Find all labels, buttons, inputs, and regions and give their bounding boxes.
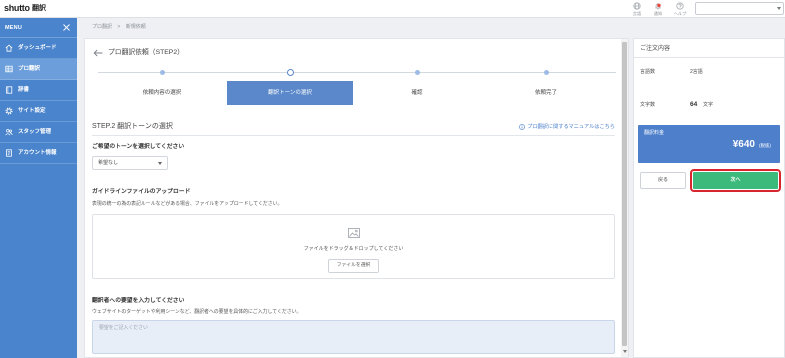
notification-label: 通知: [653, 11, 663, 16]
divider: [92, 135, 615, 136]
info-icon: [519, 123, 526, 130]
sidebar-item-account[interactable]: アカウント情報: [0, 143, 77, 164]
sidebar-item-pro-translation[interactable]: プロ翻訳: [0, 59, 77, 80]
scrollbar[interactable]: [621, 39, 628, 357]
step-dot: [159, 70, 165, 75]
scrollbar-thumb[interactable]: [622, 42, 627, 346]
main-panel: プロ翻訳依頼（STEP2） 依頼内容の選択 翻訳トーンの選択 確認 依頼完了 S…: [84, 38, 629, 358]
sidebar: MENU ダッシュボード プロ翻訳 辞書 サイト設定 スタッフ管理 アカウント情…: [0, 18, 77, 358]
account-select[interactable]: [695, 2, 784, 15]
chevron-down-icon: [777, 7, 781, 10]
help-icon: [676, 2, 684, 10]
breadcrumb-item[interactable]: プロ翻訳: [92, 24, 112, 30]
request-placeholder: 要望をご記入ください: [99, 326, 148, 331]
globe-icon: [633, 2, 641, 10]
menu-label: MENU: [5, 25, 22, 31]
request-heading: 翻訳者への要望を入力してください: [92, 298, 185, 304]
chars-label: 文字数: [640, 102, 656, 108]
help-label: ヘルプ: [673, 11, 687, 16]
step-label: 確認: [411, 90, 423, 96]
step-progress-line: [98, 72, 616, 73]
step-label: 翻訳トーンの選択: [227, 81, 353, 105]
table-icon: [5, 65, 13, 73]
dropzone-text: ファイルをドラッグ＆ドロップしてください: [303, 246, 404, 252]
chars-unit: 文字: [703, 102, 714, 108]
request-description: ウェブサイトのターゲットや利用シーンなど、翻訳者への要望を具体的にご入力してくだ…: [92, 310, 302, 315]
divider: [634, 57, 784, 58]
next-button[interactable]: 次へ: [690, 169, 781, 192]
request-textarea[interactable]: 要望をご記入ください: [92, 320, 615, 354]
tone-select[interactable]: 希望なし: [92, 156, 168, 170]
step-dot: [286, 69, 294, 76]
sidebar-item-staff[interactable]: スタッフ管理: [0, 122, 77, 143]
price-row: ¥640 (税抜): [733, 139, 771, 151]
back-arrow-icon[interactable]: [93, 49, 103, 57]
language-button[interactable]: 言語: [627, 1, 647, 17]
file-dropzone[interactable]: ファイルをドラッグ＆ドロップしてください ファイルを選択: [92, 214, 615, 279]
notification-button[interactable]: 通知: [648, 1, 668, 17]
order-summary-panel: ご注文内容 言語数 2言語 文字数 64 文字 翻訳料金 ¥640 (税抜) 戻…: [633, 38, 785, 358]
step-dot: [543, 70, 549, 75]
breadcrumb-current: 新規依頼: [125, 24, 146, 30]
tone-select-value: 希望なし: [98, 160, 119, 166]
back-button[interactable]: 戻る: [640, 172, 686, 189]
sidebar-item-label: スタッフ管理: [18, 129, 52, 135]
languages-label: 言語数: [640, 69, 656, 75]
price-label: 翻訳料金: [644, 130, 665, 136]
sidebar-item-site-settings[interactable]: サイト設定: [0, 101, 77, 122]
notification-badge: [657, 3, 661, 8]
language-label: 言語: [632, 11, 642, 16]
help-button[interactable]: ヘルプ: [670, 1, 690, 17]
logo[interactable]: shutto: [4, 3, 30, 14]
section-heading: STEP.2 翻訳トーンの選択: [92, 123, 173, 130]
sidebar-item-label: アカウント情報: [18, 150, 57, 156]
choose-file-button[interactable]: ファイルを選択: [328, 259, 379, 273]
bell-icon: [655, 3, 661, 10]
logo-suffix[interactable]: 翻訳: [32, 4, 46, 14]
close-icon[interactable]: [63, 24, 70, 31]
image-icon: [348, 228, 360, 238]
languages-value: 2言語: [690, 69, 703, 75]
chevron-down-icon: [158, 162, 162, 165]
price-box: 翻訳料金 ¥640 (税抜): [638, 125, 780, 163]
document-icon: [6, 149, 12, 157]
sidebar-item-dictionary[interactable]: 辞書: [0, 80, 77, 101]
order-title: ご注文内容: [640, 46, 671, 52]
tone-heading: ご希望のトーンを選択してください: [92, 144, 185, 150]
sidebar-item-dashboard[interactable]: ダッシュボード: [0, 38, 77, 59]
step-label: 依頼完了: [534, 90, 557, 96]
sidebar-item-label: 辞書: [18, 87, 30, 93]
price-amount: ¥640: [732, 139, 755, 150]
staff-icon: [5, 129, 13, 136]
upload-heading: ガイドラインファイルのアップロード: [92, 189, 191, 195]
chars-value: 64: [690, 101, 698, 108]
book-icon: [6, 86, 13, 94]
breadcrumb-separator: >: [117, 24, 121, 30]
sidebar-item-label: サイト設定: [18, 108, 46, 114]
home-icon: [5, 44, 13, 52]
gear-icon: [5, 107, 13, 115]
sidebar-item-label: ダッシュボード: [18, 45, 57, 51]
step-dot: [414, 70, 420, 75]
manual-link[interactable]: プロ翻訳に関するマニュアルはこちら: [385, 122, 615, 131]
top-header: shutto 翻訳 言語 通知 ヘルプ: [0, 0, 785, 18]
upload-description: 表現の統一の為の表記ルールなどがある場合、ファイルをアップロードしてください。: [92, 202, 283, 207]
scroll-down-icon[interactable]: [622, 350, 627, 353]
price-tax-note: (税抜): [759, 143, 771, 148]
sidebar-item-label: プロ翻訳: [18, 66, 41, 72]
manual-link-text[interactable]: プロ翻訳に関するマニュアルはこちら: [527, 123, 615, 130]
breadcrumb: プロ翻訳 > 新規依頼: [92, 22, 150, 32]
step-label: 依頼内容の選択: [142, 90, 182, 96]
page-title: プロ翻訳依頼（STEP2）: [108, 49, 184, 56]
menu-header: MENU: [0, 18, 77, 38]
